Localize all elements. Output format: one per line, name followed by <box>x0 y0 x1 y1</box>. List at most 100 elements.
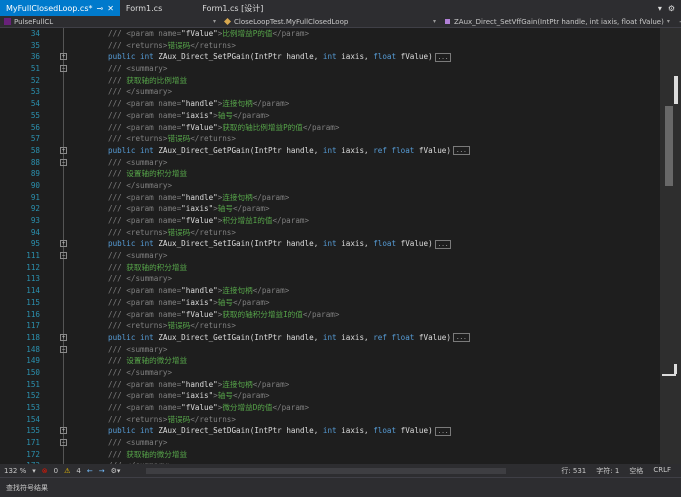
code-line-doc-comment[interactable]: 152 /// <param name="iaxis">轴号</param> <box>0 390 660 402</box>
code-text: /// <returns>错误码</returns> <box>108 134 236 144</box>
code-line-doc-comment[interactable]: 54 /// <param name="handle">连接句柄</param> <box>0 98 660 110</box>
code-cleanup-icon[interactable]: ⚙▾ <box>111 467 121 475</box>
code-line-doc-comment[interactable]: 88 − /// <summary> <box>0 156 660 169</box>
outline-guide <box>63 98 64 110</box>
code-text: /// <summary> <box>108 438 168 448</box>
line-number: 35 <box>30 40 40 50</box>
vertical-scrollbar[interactable] <box>660 28 681 464</box>
expand-outline-icon[interactable]: + <box>60 333 67 341</box>
tab-form1-code[interactable]: Form1.cs <box>120 0 168 16</box>
char-indicator[interactable]: 字符: 1 <box>596 466 619 476</box>
code-line-doc-comment[interactable]: 51 − /// <summary> <box>0 63 660 75</box>
code-line-doc-comment[interactable]: 149 /// 设置轴的微分增益 <box>0 355 660 367</box>
tab-list-dropdown-icon[interactable]: ▾ <box>658 4 662 13</box>
collapse-outline-icon[interactable]: − <box>60 439 67 447</box>
code-line-doc-comment[interactable]: 93 /// <param name="fValue">积分增益I的值</para… <box>0 215 660 227</box>
code-text: /// </summary> <box>108 87 173 97</box>
code-line-doc-comment[interactable]: 153 /// <param name="fValue">微分增益D的值</par… <box>0 402 660 414</box>
code-line-doc-comment[interactable]: 53 /// </summary> <box>0 86 660 99</box>
line-ending[interactable]: CRLF <box>653 466 671 476</box>
line-number: 115 <box>26 297 40 307</box>
document-tab-strip: MyFullClosedLoop.cs* ⊸ ✕ Form1.cs Form1.… <box>0 0 681 16</box>
code-line-method-signature[interactable]: 118 + public int ZAux_Direct_GetIGain(IntP… <box>0 331 660 344</box>
expand-outline-icon[interactable]: + <box>60 53 67 61</box>
code-line-doc-comment[interactable]: 91 /// <param name="handle">连接句柄</param> <box>0 191 660 204</box>
project-dropdown[interactable]: PulseFullCL ▾ <box>0 16 220 28</box>
expand-outline-icon[interactable]: + <box>60 427 67 435</box>
code-line-doc-comment[interactable]: 114 /// <param name="handle">连接句柄</param> <box>0 285 660 297</box>
code-line-doc-comment[interactable]: 171 − /// <summary> <box>0 437 660 449</box>
zoom-dropdown-icon[interactable]: ▾ <box>32 467 36 475</box>
collapse-outline-icon[interactable]: − <box>60 65 67 73</box>
code-line-doc-comment[interactable]: 35 /// <returns>错误码</returns> <box>0 39 660 52</box>
code-text: /// <param name="handle">连接句柄</param> <box>108 286 290 296</box>
class-dropdown[interactable]: CloseLoopTest.MyFullClosedLoop ▾ <box>220 16 440 28</box>
tab-myfullclosedloop[interactable]: MyFullClosedLoop.cs* ⊸ ✕ <box>0 0 120 16</box>
code-line-doc-comment[interactable]: 116 /// <param name="fValue">获取的轴积分增益I的值<… <box>0 308 660 321</box>
collapse-outline-icon[interactable]: − <box>60 252 67 260</box>
navigate-back-icon[interactable]: ← <box>87 467 93 475</box>
zoom-level[interactable]: 132 % <box>4 467 26 475</box>
navigate-forward-icon[interactable]: → <box>99 467 105 475</box>
horizontal-scrollbar[interactable] <box>146 467 507 474</box>
code-line-doc-comment[interactable]: 113 /// </summary> <box>0 273 660 286</box>
scrollbar-thumb[interactable] <box>665 106 673 186</box>
code-text: /// <param name="fValue">微分增益D的值</param> <box>108 403 310 412</box>
code-editor[interactable]: 34 /// <param name="fValue">比例增益P的值</para… <box>0 28 660 464</box>
outline-guide <box>63 355 64 367</box>
code-line-doc-comment[interactable]: 92 /// <param name="iaxis">轴号</param> <box>0 203 660 215</box>
whitespace-mode[interactable]: 空格 <box>629 466 643 476</box>
code-line-doc-comment[interactable]: 148 − /// <summary> <box>0 343 660 356</box>
code-line-doc-comment[interactable]: 55 /// <param name="iaxis">轴号</param> <box>0 109 660 122</box>
code-line-doc-comment[interactable]: 111 − /// <summary> <box>0 250 660 262</box>
expand-outline-icon[interactable]: + <box>60 240 67 248</box>
code-text: /// <returns>错误码</returns> <box>108 321 236 331</box>
line-indicator[interactable]: 行: 531 <box>561 466 586 476</box>
collapse-outline-icon[interactable]: − <box>60 158 67 166</box>
bottom-panel-tab[interactable]: 查找符号结果 <box>0 477 681 497</box>
line-number: 112 <box>26 262 40 272</box>
code-line-doc-comment[interactable]: 89 /// 设置轴的积分增益 <box>0 168 660 180</box>
code-line-doc-comment[interactable]: 154 /// <returns>错误码</returns> <box>0 413 660 426</box>
collapse-outline-icon[interactable]: − <box>60 345 67 353</box>
code-line-doc-comment[interactable]: 117 /// <returns>错误码</returns> <box>0 320 660 332</box>
code-line-doc-comment[interactable]: 112 /// 获取轴的积分增益 <box>0 261 660 274</box>
code-line-method-signature[interactable]: 36 + public int ZAux_Direct_SetPGain(IntPt… <box>0 51 660 64</box>
code-line-doc-comment[interactable]: 94 /// <returns>错误码</returns> <box>0 226 660 239</box>
member-dropdown[interactable]: ZAux_Direct_SetVffGain(IntPtr handle, in… <box>440 16 681 28</box>
code-line-doc-comment[interactable]: 56 /// <param name="fValue">获取的轴比例增益P的值</… <box>0 121 660 134</box>
line-number: 90 <box>30 180 40 190</box>
code-line-doc-comment[interactable]: 52 /// 获取轴的比例增益 <box>0 74 660 87</box>
code-line-method-signature[interactable]: 155 + public int ZAux_Direct_SetDGain(IntP… <box>0 425 660 438</box>
editor-status-strip: 132 % ▾ ⊗ 0 ⚠ 4 ← → ⚙▾ 行: 531 字符: 1 空格 C… <box>0 464 681 477</box>
code-line-doc-comment[interactable]: 151 /// <param name="handle">连接句柄</param> <box>0 378 660 391</box>
code-text: /// 设置轴的微分增益 <box>108 356 188 366</box>
warning-icon[interactable]: ⚠ <box>64 467 70 475</box>
code-line-method-signature[interactable]: 58 + public int ZAux_Direct_GetPGain(IntPt… <box>0 144 660 157</box>
code-line-method-signature[interactable]: 95 + public int ZAux_Direct_SetIGain(IntPt… <box>0 238 660 251</box>
close-icon[interactable]: ✕ <box>107 4 114 13</box>
code-text: /// <summary> <box>108 64 168 74</box>
code-line-doc-comment[interactable]: 172 /// 获取轴的微分增益 <box>0 448 660 461</box>
outline-guide <box>63 74 64 87</box>
warning-count[interactable]: 4 <box>76 467 80 475</box>
code-line-doc-comment[interactable]: 34 /// <param name="fValue">比例增益P的值</para… <box>0 28 660 40</box>
code-line-doc-comment[interactable]: 57 /// <returns>错误码</returns> <box>0 133 660 145</box>
pin-icon[interactable]: ⊸ <box>96 4 103 13</box>
tab-form1-designer[interactable]: Form1.cs [设计] <box>196 0 269 16</box>
code-text: /// <param name="fValue">积分增益I的值</param> <box>108 216 310 225</box>
settings-gear-icon[interactable]: ⚙ <box>668 4 675 13</box>
code-text: /// <summary> <box>108 251 168 261</box>
expand-outline-icon[interactable]: + <box>60 146 67 154</box>
code-text: /// <param name="iaxis">轴号</param> <box>108 391 270 401</box>
code-line-doc-comment[interactable]: 150 /// </summary> <box>0 366 660 379</box>
error-count[interactable]: 0 <box>54 467 58 475</box>
error-icon[interactable]: ⊗ <box>42 467 48 475</box>
line-number: 95 <box>30 239 40 249</box>
code-line-doc-comment[interactable]: 115 /// <param name="iaxis">轴号</param> <box>0 296 660 309</box>
code-line-doc-comment[interactable]: 90 /// </summary> <box>0 179 660 192</box>
code-text: /// <param name="fValue">获取的轴比例增益P的值</pa… <box>108 122 340 132</box>
code-text: /// <param name="handle">连接句柄</param> <box>108 192 290 202</box>
line-number: 111 <box>26 251 40 261</box>
member-name: ZAux_Direct_SetVffGain(IntPtr handle, in… <box>454 17 664 26</box>
